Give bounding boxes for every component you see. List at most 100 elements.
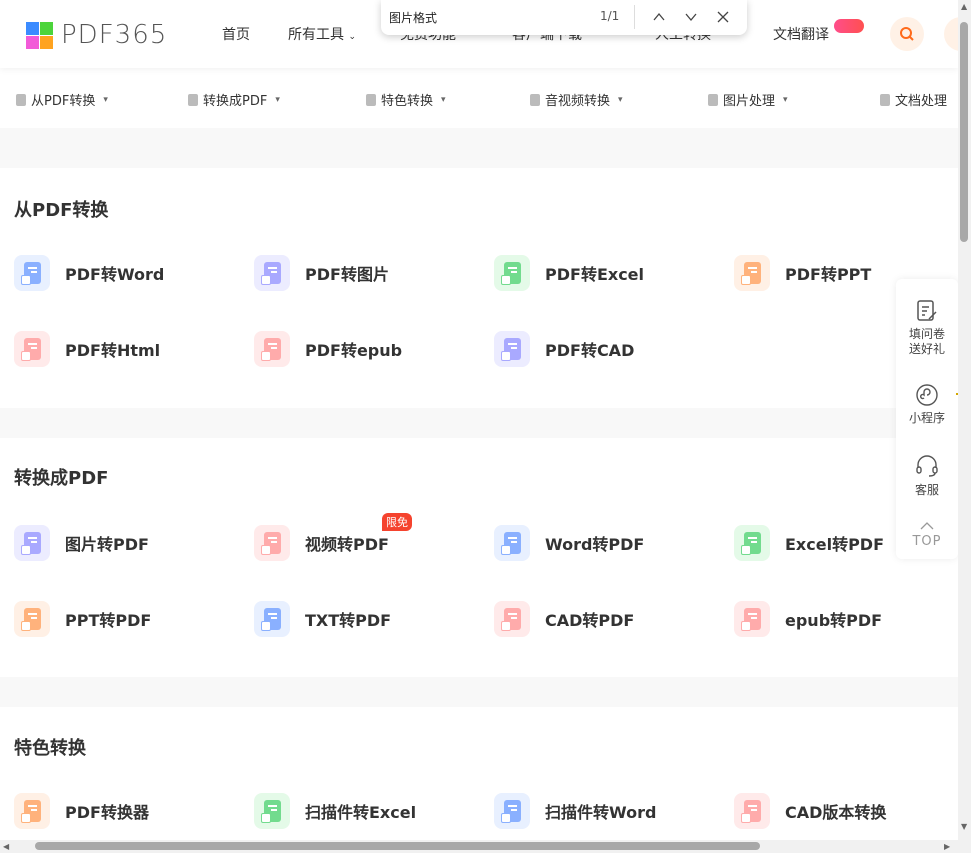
search-button[interactable] bbox=[890, 17, 924, 51]
tool-label: PDF转CAD bbox=[545, 341, 635, 360]
side-label: 填问卷 送好礼 bbox=[908, 327, 945, 356]
category-nav: 从PDF转换 ▾ 转换成PDF ▾ 特色转换 ▾ 音视频转换 ▾ 图片处理 ▾ 文档处理 bbox=[0, 68, 958, 128]
subnav-from-pdf[interactable]: 从PDF转换 ▾ bbox=[16, 90, 108, 109]
subnav-label: 转换成PDF bbox=[203, 94, 268, 109]
hot-badge bbox=[834, 19, 864, 33]
tool-item[interactable]: 视频转PDF bbox=[254, 525, 389, 561]
section-divider bbox=[0, 408, 958, 438]
survey-button[interactable]: 填问卷 送好礼 bbox=[896, 299, 958, 357]
find-input[interactable]: 图片格式 bbox=[389, 9, 437, 26]
subnav-label: 文档处理 bbox=[895, 94, 948, 109]
chevron-down-icon: ▾ bbox=[783, 94, 788, 105]
tool-item[interactable]: TXT转PDF bbox=[254, 601, 391, 637]
file-type-icon bbox=[494, 601, 530, 637]
tool-label: PDF转Word bbox=[65, 265, 165, 284]
file-type-icon bbox=[734, 601, 770, 637]
nav-label: 所有工具 bbox=[288, 27, 344, 43]
scrollbar-thumb[interactable] bbox=[960, 22, 968, 242]
find-bar: 图片格式 1/1 bbox=[381, 0, 747, 35]
logo[interactable]: PDF365 bbox=[26, 20, 167, 50]
tool-label: TXT转PDF bbox=[305, 611, 392, 630]
survey-icon bbox=[917, 300, 937, 321]
section-divider bbox=[0, 128, 958, 168]
tool-item[interactable]: PDF转图片 bbox=[254, 255, 389, 291]
chevron-down-icon bbox=[685, 13, 697, 22]
mini-program-button[interactable]: 小程序 bbox=[896, 383, 958, 426]
tool-item[interactable]: PDF转epub bbox=[254, 331, 402, 367]
tool-item[interactable]: PDF转PPT bbox=[734, 255, 871, 291]
tool-item[interactable]: 图片转PDF bbox=[14, 525, 149, 561]
nav-home[interactable]: 首页 bbox=[222, 24, 250, 44]
tool-label: 扫描件转Word bbox=[545, 803, 657, 822]
customer-service-button[interactable]: 客服 bbox=[896, 453, 958, 498]
tool-item[interactable]: CAD版本转换 bbox=[734, 793, 886, 829]
vertical-scrollbar[interactable]: ▲ ▼ bbox=[958, 0, 971, 853]
tool-item[interactable]: epub转PDF bbox=[734, 601, 882, 637]
subnav-to-pdf[interactable]: 转换成PDF ▾ bbox=[188, 90, 280, 109]
headset-icon bbox=[916, 455, 938, 477]
file-type-icon bbox=[254, 331, 290, 367]
tool-item[interactable]: PPT转PDF bbox=[14, 601, 151, 637]
tool-item[interactable]: PDF转Html bbox=[14, 331, 160, 367]
tool-item[interactable]: 扫描件转Word bbox=[494, 793, 656, 829]
file-type-icon bbox=[14, 793, 50, 829]
horizontal-scrollbar[interactable]: ◀ ▶ bbox=[0, 840, 958, 853]
section-title: 转换成PDF bbox=[14, 468, 109, 489]
file-type-icon bbox=[254, 255, 290, 291]
tool-item[interactable]: CAD转PDF bbox=[494, 601, 634, 637]
tool-label: 扫描件转Excel bbox=[305, 803, 417, 822]
tool-item[interactable]: PDF转换器 bbox=[14, 793, 149, 829]
free-badge: 限免 bbox=[382, 513, 412, 531]
file-type-icon bbox=[494, 331, 530, 367]
nav-all-tools[interactable]: 所有工具 ⌄ bbox=[288, 24, 356, 44]
scroll-up-icon[interactable]: ▲ bbox=[961, 2, 967, 11]
tool-label: Excel转PDF bbox=[785, 535, 885, 554]
file-type-icon bbox=[14, 525, 50, 561]
chevron-down-icon: ⌄ bbox=[348, 32, 356, 42]
scrollbar-thumb[interactable] bbox=[35, 842, 760, 850]
tool-item[interactable]: PDF转Word bbox=[14, 255, 164, 291]
scroll-down-icon[interactable]: ▼ bbox=[961, 822, 967, 831]
scroll-right-icon[interactable]: ▶ bbox=[944, 842, 950, 851]
search-icon bbox=[900, 27, 914, 41]
tool-label: PDF转epub bbox=[305, 341, 403, 360]
tool-item[interactable]: PDF转Excel bbox=[494, 255, 644, 291]
close-icon bbox=[717, 11, 729, 23]
document-icon bbox=[880, 93, 890, 106]
tool-item[interactable]: 扫描件转Excel bbox=[254, 793, 416, 829]
file-type-icon bbox=[254, 793, 290, 829]
find-next-button[interactable] bbox=[681, 7, 701, 27]
file-type-icon bbox=[494, 525, 530, 561]
file-type-icon bbox=[494, 255, 530, 291]
find-prev-button[interactable] bbox=[649, 7, 669, 27]
logo-icon bbox=[26, 21, 53, 49]
nav-translate[interactable]: 文档翻译 bbox=[773, 24, 829, 44]
find-close-button[interactable] bbox=[713, 7, 733, 27]
subnav-image[interactable]: 图片处理 ▾ bbox=[708, 90, 788, 109]
chevron-up-icon bbox=[920, 522, 934, 530]
subnav-featured[interactable]: 特色转换 ▾ bbox=[366, 90, 446, 109]
file-type-icon bbox=[254, 525, 290, 561]
file-type-icon bbox=[14, 331, 50, 367]
tool-label: 图片转PDF bbox=[65, 535, 149, 554]
video-icon bbox=[530, 93, 540, 106]
subnav-av[interactable]: 音视频转换 ▾ bbox=[530, 90, 623, 109]
tool-item[interactable]: Word转PDF bbox=[494, 525, 644, 561]
tool-label: epub转PDF bbox=[785, 611, 883, 630]
scroll-left-icon[interactable]: ◀ bbox=[3, 842, 9, 851]
tool-item[interactable]: Excel转PDF bbox=[734, 525, 884, 561]
side-toolbar: 填问卷 送好礼 小程序 客服 TOP bbox=[896, 279, 958, 559]
subnav-label: 音视频转换 bbox=[545, 94, 611, 109]
chevron-down-icon: ▾ bbox=[103, 94, 108, 105]
image-icon bbox=[708, 93, 718, 106]
back-to-top-button[interactable]: TOP bbox=[896, 519, 958, 549]
mini-program-icon bbox=[916, 384, 938, 406]
section-title: 特色转换 bbox=[14, 738, 86, 759]
side-label: 小程序 bbox=[908, 411, 945, 425]
tool-item[interactable]: PDF转CAD bbox=[494, 331, 634, 367]
side-label: 客服 bbox=[914, 483, 939, 497]
subnav-label: 从PDF转换 bbox=[31, 94, 96, 109]
subnav-doc[interactable]: 文档处理 bbox=[880, 90, 947, 109]
file-type-icon bbox=[734, 525, 770, 561]
tool-label: Word转PDF bbox=[545, 535, 645, 554]
